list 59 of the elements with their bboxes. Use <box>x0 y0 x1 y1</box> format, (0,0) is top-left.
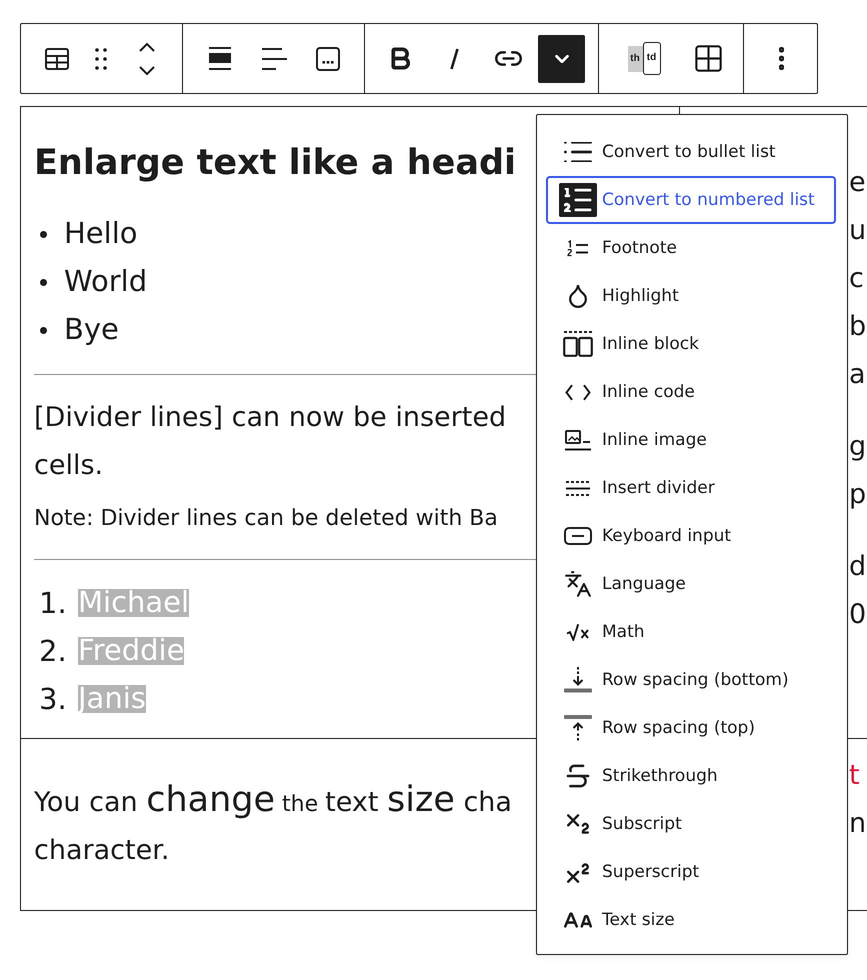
bullet-icon <box>40 326 47 334</box>
cell-type-button[interactable]: th td <box>611 34 677 82</box>
numbered-lines-icon <box>567 240 589 256</box>
translate-icon <box>565 571 591 597</box>
two-squares-icon <box>563 331 593 357</box>
paragraph-text: Note: Divider lines can be deleted with Ba <box>34 505 498 533</box>
grip-icon <box>95 48 107 70</box>
menu-item[interactable]: Convert to numbered list <box>546 176 836 224</box>
bold-icon <box>390 47 410 70</box>
caption-icon <box>316 46 340 70</box>
text-fragment: t <box>849 759 860 793</box>
align-left-icon <box>262 48 286 70</box>
list-number: 3. <box>39 682 68 716</box>
keyboard-key-icon <box>564 527 592 545</box>
text-fragment: 0 <box>849 598 866 632</box>
list-item-text: World <box>64 268 148 296</box>
italic-icon <box>450 48 458 70</box>
text-fragment: a <box>849 358 866 392</box>
list-item-text: Janis <box>78 685 146 713</box>
bullet-icon <box>40 230 47 238</box>
text-size-icon <box>564 911 592 929</box>
text-fragment: p <box>849 478 866 512</box>
text-fragment: n <box>849 807 866 841</box>
arrow-up-from-bar-icon <box>564 715 592 741</box>
heading-text: Enlarge text like a headi <box>34 142 516 185</box>
text-fragment: b <box>849 310 866 344</box>
text-fragment: u <box>849 214 866 248</box>
text-fragment: e <box>849 166 866 200</box>
square-root-icon <box>566 623 590 641</box>
align-wide-icon <box>209 47 231 70</box>
list-item-text: Michael <box>78 589 190 617</box>
list-item-text: Bye <box>64 316 119 344</box>
chevron-up-down-icon <box>138 42 156 76</box>
link-icon <box>494 51 522 66</box>
list-item-text: Freddie <box>78 637 184 665</box>
bullet-list-icon <box>564 142 592 162</box>
list-item-text: Hello <box>64 220 138 248</box>
subscript-icon <box>567 814 589 834</box>
grid-icon <box>694 45 722 72</box>
droplet-icon <box>569 284 587 308</box>
table-icon <box>45 48 69 70</box>
strikethrough-icon <box>566 764 590 788</box>
image-icon <box>565 430 591 450</box>
text-fragment: g <box>849 430 866 464</box>
more-button[interactable] <box>538 34 585 82</box>
arrow-down-to-bar-icon <box>564 667 592 693</box>
text-fragment: d <box>849 550 866 584</box>
list-number: 1. <box>39 586 68 620</box>
numbered-list-icon <box>559 183 597 217</box>
vertical-dots-icon <box>778 47 784 70</box>
dashed-lines-icon <box>566 480 590 496</box>
text-fragment: c <box>849 262 864 296</box>
chevron-down-icon <box>554 54 568 62</box>
bullet-icon <box>40 278 47 286</box>
code-brackets-icon <box>565 384 591 400</box>
paragraph-text: [Divider lines] can now be inserted cells. <box>34 401 506 483</box>
paragraph-text: You can change the text size cha character. <box>34 779 512 868</box>
superscript-icon <box>567 862 589 882</box>
list-number: 2. <box>39 634 68 668</box>
